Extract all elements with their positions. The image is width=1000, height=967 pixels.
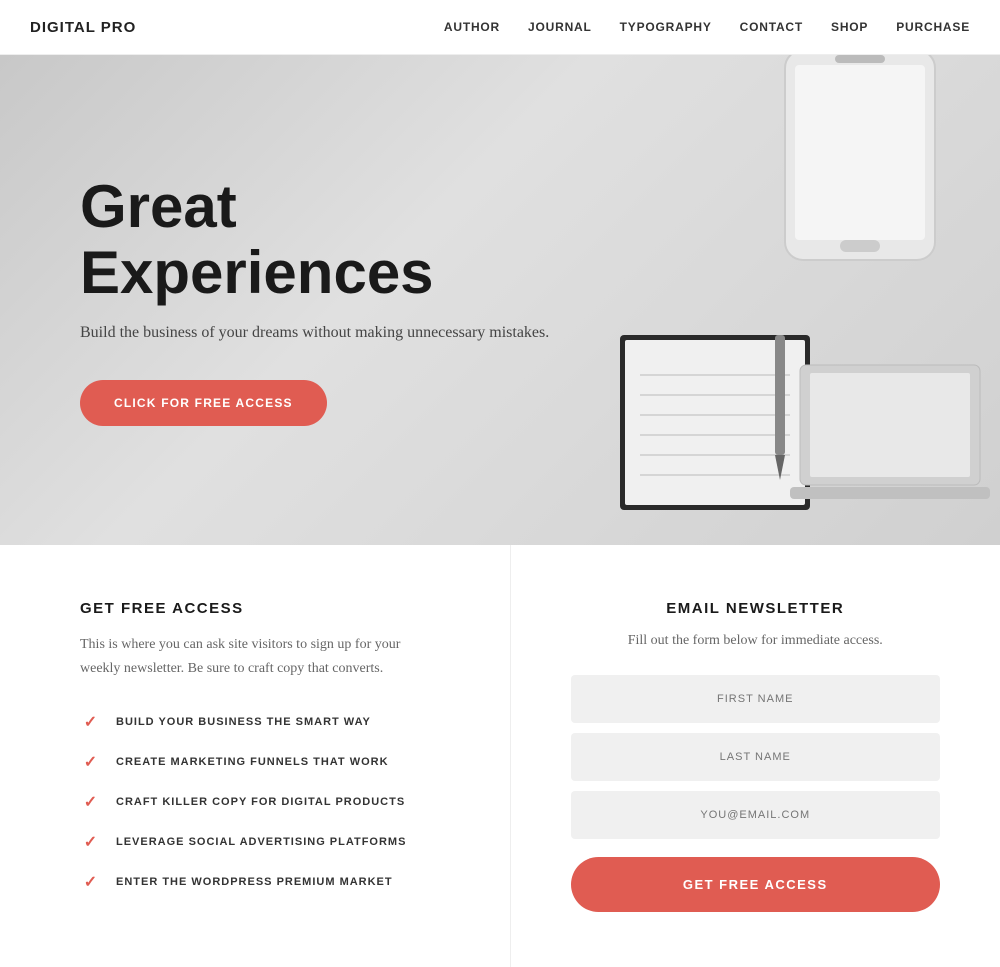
nav-link[interactable]: PURCHASE <box>896 20 970 34</box>
nav-link[interactable]: CONTACT <box>740 20 803 34</box>
newsletter-form: GET FREE ACCESS <box>571 675 941 912</box>
checkmark-icon: ✓ <box>80 791 102 813</box>
right-column: EMAIL NEWSLETTER Fill out the form below… <box>511 545 1000 967</box>
last-name-input[interactable] <box>571 733 941 781</box>
list-item: ✓ BUILD YOUR BUSINESS THE SMART WAY <box>80 711 450 733</box>
bottom-section: GET FREE ACCESS This is where you can as… <box>0 545 1000 967</box>
laptop-icon <box>790 355 990 535</box>
checkmark-icon: ✓ <box>80 871 102 893</box>
hero-subtitle: Build the business of your dreams withou… <box>80 324 550 342</box>
nav-link-item: CONTACT <box>740 18 803 36</box>
right-section-title: EMAIL NEWSLETTER <box>571 600 941 617</box>
hero-content: Great Experiences Build the business of … <box>0 174 550 426</box>
nav-link[interactable]: SHOP <box>831 20 868 34</box>
nav-link[interactable]: AUTHOR <box>444 20 500 34</box>
left-column: GET FREE ACCESS This is where you can as… <box>0 545 511 967</box>
list-item: ✓ ENTER THE WORDPRESS PREMIUM MARKET <box>80 871 450 893</box>
list-item-label: BUILD YOUR BUSINESS THE SMART WAY <box>116 716 371 728</box>
phone-icon <box>780 55 940 265</box>
nav-link-item: PURCHASE <box>896 18 970 36</box>
list-item: ✓ CRAFT KILLER COPY FOR DIGITAL PRODUCTS <box>80 791 450 813</box>
submit-button[interactable]: GET FREE ACCESS <box>571 857 941 912</box>
hero-cta-button[interactable]: CLICK FOR FREE ACCESS <box>80 380 327 426</box>
list-item-label: CREATE MARKETING FUNNELS THAT WORK <box>116 756 389 768</box>
hero-section: Great Experiences Build the business of … <box>0 55 1000 545</box>
hero-title: Great Experiences <box>80 174 550 306</box>
left-section-description: This is where you can ask site visitors … <box>80 633 420 681</box>
left-section-title: GET FREE ACCESS <box>80 600 450 617</box>
checkmark-icon: ✓ <box>80 751 102 773</box>
checklist: ✓ BUILD YOUR BUSINESS THE SMART WAY ✓ CREAT… <box>80 711 450 893</box>
site-logo[interactable]: DIGITAL PRO <box>30 19 136 36</box>
list-item-label: CRAFT KILLER COPY FOR DIGITAL PRODUCTS <box>116 796 405 808</box>
nav-links-list: AUTHOR JOURNAL TYPOGRAPHY CONTACT SHOP PURCHA… <box>444 18 970 36</box>
hero-devices <box>520 55 1000 545</box>
nav-link-item: SHOP <box>831 18 868 36</box>
navigation: DIGITAL PRO AUTHOR JOURNAL TYPOGRAPHY CONTA… <box>0 0 1000 55</box>
nav-link[interactable]: JOURNAL <box>528 20 592 34</box>
list-item: ✓ LEVERAGE SOCIAL ADVERTISING PLATFORMS <box>80 831 450 853</box>
first-name-input[interactable] <box>571 675 941 723</box>
right-section-description: Fill out the form below for immediate ac… <box>571 629 941 653</box>
list-item: ✓ CREATE MARKETING FUNNELS THAT WORK <box>80 751 450 773</box>
checkmark-icon: ✓ <box>80 711 102 733</box>
email-input[interactable] <box>571 791 941 839</box>
checkmark-icon: ✓ <box>80 831 102 853</box>
nav-link-item: AUTHOR <box>444 18 500 36</box>
nav-link-item: JOURNAL <box>528 18 592 36</box>
list-item-label: LEVERAGE SOCIAL ADVERTISING PLATFORMS <box>116 836 406 848</box>
nav-link[interactable]: TYPOGRAPHY <box>620 20 712 34</box>
list-item-label: ENTER THE WORDPRESS PREMIUM MARKET <box>116 876 393 888</box>
nav-link-item: TYPOGRAPHY <box>620 18 712 36</box>
